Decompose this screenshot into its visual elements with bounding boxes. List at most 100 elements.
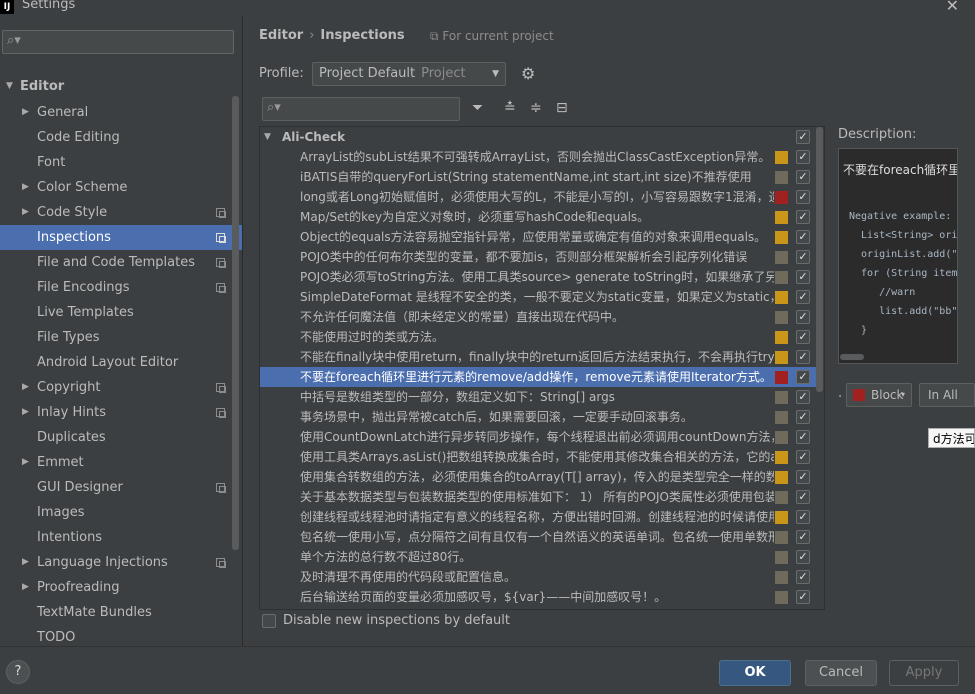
settings-search-input[interactable]: ⌕▾ bbox=[2, 30, 234, 54]
help-button[interactable]: ? bbox=[6, 660, 30, 684]
tree-row[interactable]: 使用工具类Arrays.asList()把数组转换成集合时，不能使用其修改集合相… bbox=[260, 447, 816, 467]
sidebar-item-file-encodings[interactable]: File Encodings bbox=[0, 275, 242, 300]
tree-row[interactable]: 单个方法的总行数不超过80行。 ✓ bbox=[260, 547, 816, 567]
tree-row[interactable]: 不要在foreach循环里进行元素的remove/add操作，remove元素请… bbox=[260, 367, 816, 387]
tree-row[interactable]: 事务场景中，抛出异常被catch后，如果需要回滚，一定要手动回滚事务。 ✓ bbox=[260, 407, 816, 427]
disable-new-inspections-checkbox[interactable] bbox=[262, 614, 276, 628]
tree-row[interactable]: Object的equals方法容易抛空指针异常，应使用常量或确定有值的对象来调用… bbox=[260, 227, 816, 247]
sidebar-item-general[interactable]: ▶ General bbox=[0, 100, 242, 125]
inspection-checkbox[interactable]: ✓ bbox=[796, 510, 810, 524]
severity-dropdown[interactable]: Block ▾ bbox=[846, 383, 912, 407]
filter-icon[interactable]: ⏷ bbox=[472, 100, 483, 116]
tree-row[interactable]: SimpleDateFormat 是线程不安全的类，一般不要定义为static变… bbox=[260, 287, 816, 307]
tree-row[interactable]: 不允许任何魔法值（即未经定义的常量）直接出现在代码中。 ✓ bbox=[260, 307, 816, 327]
tree-group-ali-check[interactable]: ▼ Ali-Check ✓ bbox=[260, 127, 816, 147]
sidebar-item-code-editing[interactable]: Code Editing bbox=[0, 125, 242, 150]
close-icon[interactable]: ✕ bbox=[946, 0, 959, 15]
sidebar-item-inlay-hints[interactable]: ▶ Inlay Hints bbox=[0, 400, 242, 425]
inspection-search-input[interactable]: ⌕▾ bbox=[262, 97, 460, 121]
divider bbox=[242, 16, 243, 646]
sidebar-item-duplicates[interactable]: Duplicates bbox=[0, 425, 242, 450]
collapse-all-icon[interactable]: ≑ bbox=[530, 100, 542, 116]
sidebar-scrollbar[interactable] bbox=[232, 96, 239, 550]
chevron-right-icon: ▶ bbox=[22, 457, 29, 467]
inspection-checkbox[interactable]: ✓ bbox=[796, 290, 810, 304]
tree-row[interactable]: 创建线程或线程池时请指定有意义的线程名称，方便出错时回溯。创建线程池的时候请使用… bbox=[260, 507, 816, 527]
inspection-label: 中括号是数组类型的一部分，数组定义如下：String[] args bbox=[300, 390, 615, 404]
severity-icon bbox=[775, 311, 788, 324]
tree-scrollbar[interactable] bbox=[816, 127, 823, 392]
inspection-checkbox[interactable]: ✓ bbox=[796, 150, 810, 164]
inspection-checkbox[interactable]: ✓ bbox=[796, 470, 810, 484]
apply-button[interactable]: Apply bbox=[889, 660, 959, 686]
inspection-checkbox[interactable]: ✓ bbox=[796, 330, 810, 344]
inspection-checkbox[interactable]: ✓ bbox=[796, 270, 810, 284]
inspection-checkbox[interactable]: ✓ bbox=[796, 430, 810, 444]
inspection-checkbox[interactable]: ✓ bbox=[796, 390, 810, 404]
inspection-checkbox[interactable]: ✓ bbox=[796, 350, 810, 364]
inspection-checkbox[interactable]: ✓ bbox=[796, 230, 810, 244]
scope-dropdown[interactable]: In All bbox=[919, 383, 975, 407]
inspection-checkbox[interactable]: ✓ bbox=[796, 210, 810, 224]
tree-row[interactable]: iBATIS自带的queryForList(String statementNa… bbox=[260, 167, 816, 187]
inspection-checkbox[interactable]: ✓ bbox=[796, 590, 810, 604]
inspection-checkbox[interactable]: ✓ bbox=[796, 450, 810, 464]
tree-row[interactable]: 及时清理不再使用的代码段或配置信息。 ✓ bbox=[260, 567, 816, 587]
scope-note: ⧉ For current project bbox=[430, 29, 554, 43]
inspection-checkbox[interactable]: ✓ bbox=[796, 250, 810, 264]
inspection-checkbox[interactable]: ✓ bbox=[796, 550, 810, 564]
sidebar-item-images[interactable]: Images bbox=[0, 500, 242, 525]
gear-icon[interactable]: ⚙ bbox=[521, 64, 535, 83]
sidebar-item-color-scheme[interactable]: ▶ Color Scheme bbox=[0, 175, 242, 200]
group-checkbox[interactable]: ✓ bbox=[796, 130, 810, 144]
cancel-button[interactable]: Cancel bbox=[805, 660, 877, 686]
inspection-checkbox[interactable]: ✓ bbox=[796, 310, 810, 324]
tree-row[interactable]: 不能在finally块中使用return，finally块中的return返回后… bbox=[260, 347, 816, 367]
group-label: Ali-Check bbox=[282, 130, 346, 144]
tree-row[interactable]: 后台输送给页面的变量必须加感叹号，${var}——中间加感叹号！。 ✓ bbox=[260, 587, 816, 607]
sidebar-item-textmate-bundles[interactable]: TextMate Bundles bbox=[0, 600, 242, 625]
tree-row[interactable]: 关于基本数据类型与包装数据类型的使用标准如下： 1） 所有的POJO类属性必须使… bbox=[260, 487, 816, 507]
sidebar-item-emmet[interactable]: ▶ Emmet bbox=[0, 450, 242, 475]
sidebar-item-label: File Types bbox=[37, 330, 100, 345]
severity-icon bbox=[775, 571, 788, 584]
tree-row[interactable]: ArrayList的subList结果不可强转成ArrayList，否则会抛出C… bbox=[260, 147, 816, 167]
sidebar-item-todo[interactable]: TODO bbox=[0, 625, 242, 646]
sidebar-item-copyright[interactable]: ▶ Copyright bbox=[0, 375, 242, 400]
sidebar-item-label: TextMate Bundles bbox=[37, 605, 152, 620]
description-scrollbar[interactable] bbox=[840, 354, 864, 360]
reset-icon[interactable]: ⊟ bbox=[556, 100, 568, 116]
tree-row[interactable]: POJO类必须写toString方法。使用工具类source> generate… bbox=[260, 267, 816, 287]
inspection-checkbox[interactable]: ✓ bbox=[796, 490, 810, 504]
inspection-checkbox[interactable]: ✓ bbox=[796, 410, 810, 424]
inspection-checkbox[interactable]: ✓ bbox=[796, 170, 810, 184]
profile-dropdown[interactable]: Project Default Project ▼ bbox=[312, 62, 506, 86]
tree-row[interactable]: 使用CountDownLatch进行异步转同步操作，每个线程退出前必须调用cou… bbox=[260, 427, 816, 447]
sidebar-section-editor[interactable]: ▼ Editor bbox=[0, 74, 242, 99]
sidebar-item-language-injections[interactable]: ▶ Language Injections bbox=[0, 550, 242, 575]
inspection-checkbox[interactable]: ✓ bbox=[796, 530, 810, 544]
tree-row[interactable]: Map/Set的key为自定义对象时，必须重写hashCode和equals。 ✓ bbox=[260, 207, 816, 227]
sidebar-item-file-and-code-templates[interactable]: File and Code Templates bbox=[0, 250, 242, 275]
sidebar-item-live-templates[interactable]: Live Templates bbox=[0, 300, 242, 325]
tree-row[interactable]: 包名统一使用小写，点分隔符之间有且仅有一个自然语义的英语单词。包名统一使用单数形… bbox=[260, 527, 816, 547]
sidebar-item-proofreading[interactable]: ▶ Proofreading bbox=[0, 575, 242, 600]
sidebar-item-android-layout-editor[interactable]: Android Layout Editor bbox=[0, 350, 242, 375]
inspection-label: POJO类必须写toString方法。使用工具类source> generate… bbox=[300, 270, 774, 284]
sidebar-item-inspections[interactable]: Inspections bbox=[0, 225, 242, 250]
tree-row[interactable]: POJO类中的任何布尔类型的变量，都不要加is，否则部分框架解析会引起序列化错误… bbox=[260, 247, 816, 267]
inspection-checkbox[interactable]: ✓ bbox=[796, 190, 810, 204]
tree-row[interactable]: 使用集合转数组的方法，必须使用集合的toArray(T[] array)，传入的… bbox=[260, 467, 816, 487]
tree-row[interactable]: long或者Long初始赋值时，必须使用大写的L，不能是小写的l，小写容易跟数字… bbox=[260, 187, 816, 207]
sidebar-item-file-types[interactable]: File Types bbox=[0, 325, 242, 350]
expand-all-icon[interactable]: ≛ bbox=[504, 100, 516, 116]
sidebar-item-font[interactable]: Font bbox=[0, 150, 242, 175]
tree-row[interactable]: 不能使用过时的类或方法。 ✓ bbox=[260, 327, 816, 347]
sidebar-item-gui-designer[interactable]: GUI Designer bbox=[0, 475, 242, 500]
inspection-checkbox[interactable]: ✓ bbox=[796, 570, 810, 584]
sidebar-item-intentions[interactable]: Intentions bbox=[0, 525, 242, 550]
sidebar-item-code-style[interactable]: ▶ Code Style bbox=[0, 200, 242, 225]
tree-row[interactable]: 中括号是数组类型的一部分，数组定义如下：String[] args ✓ bbox=[260, 387, 816, 407]
ok-button[interactable]: OK bbox=[719, 660, 791, 686]
inspection-checkbox[interactable]: ✓ bbox=[796, 370, 810, 384]
